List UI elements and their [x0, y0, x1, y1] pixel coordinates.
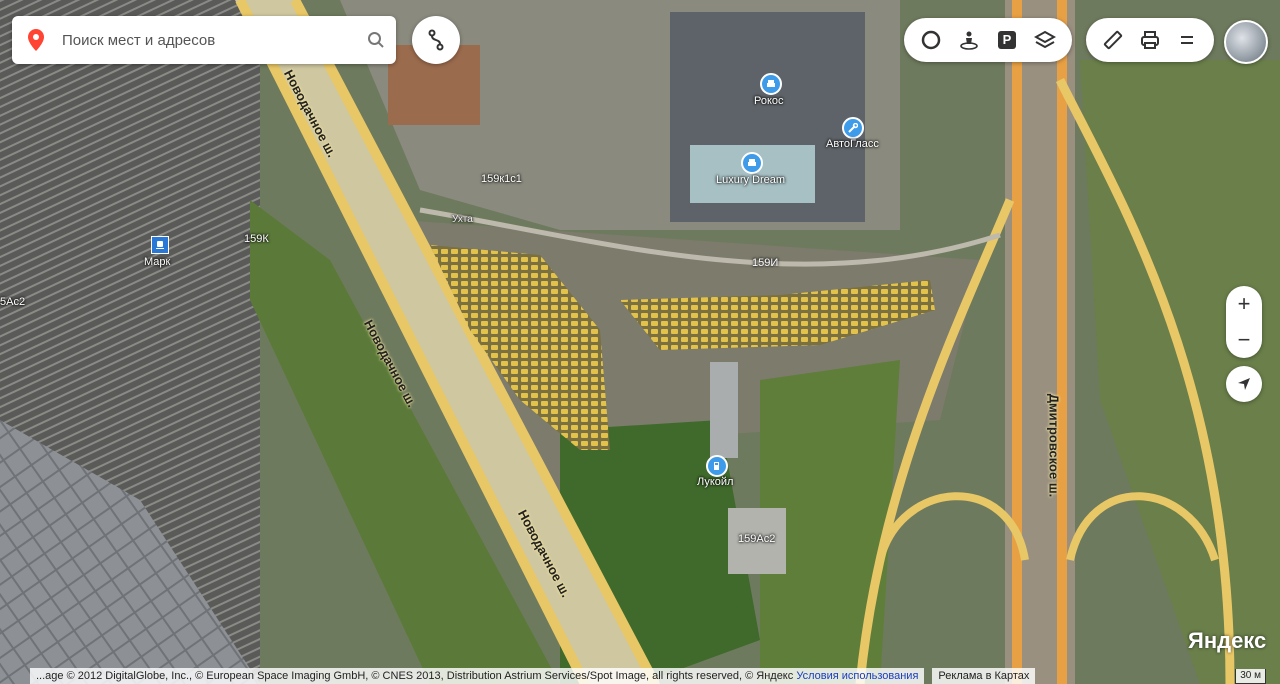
road-label-small: Ухта — [452, 214, 473, 225]
magnifier-icon[interactable] — [356, 31, 396, 49]
ruler-icon[interactable] — [1094, 21, 1131, 59]
poi-label-avtoglass[interactable]: АвтоГласс — [826, 138, 879, 150]
building-label-159i: 159И — [752, 257, 779, 269]
search-box[interactable] — [12, 16, 396, 64]
yandex-logo: Яндекс — [1188, 628, 1267, 653]
zoom-control: + − — [1226, 286, 1262, 358]
layers-icon[interactable] — [1026, 21, 1064, 59]
tools-toolbar — [1086, 18, 1214, 62]
furniture-icon[interactable] — [741, 152, 763, 174]
user-avatar[interactable] — [1224, 20, 1268, 64]
zoom-out-button[interactable]: − — [1226, 322, 1262, 358]
location-pin-icon — [12, 29, 60, 51]
poi-label-mark[interactable]: Марк — [144, 256, 170, 268]
road-label-dmitrovskoe: Дмитровское ш. — [1046, 393, 1062, 498]
scale-label: 30 м — [1235, 669, 1266, 684]
satellite-map[interactable] — [0, 0, 1280, 684]
route-icon[interactable] — [412, 16, 460, 64]
poi-label-lukoil[interactable]: Лукойл — [697, 476, 733, 488]
parking-label: P — [998, 31, 1016, 49]
scale-indicator: 30 м — [1235, 668, 1266, 684]
building-label-159k1c1: 159к1с1 — [481, 173, 522, 185]
gas-station-canopy — [710, 362, 738, 458]
furniture-icon[interactable] — [760, 73, 782, 95]
fuel-icon[interactable] — [706, 455, 728, 477]
zoom-in-button[interactable]: + — [1226, 286, 1262, 322]
copyright-text: ...age © 2012 DigitalGlobe, Inc., © Euro… — [30, 668, 925, 684]
parking-icon[interactable]: P — [988, 21, 1026, 59]
layers-toolbar: P — [904, 18, 1072, 62]
building-label-5ac2: 5Ас2 — [0, 296, 26, 308]
copyright-label: ...age © 2012 DigitalGlobe, Inc., © Euro… — [36, 670, 794, 682]
map-footer: ...age © 2012 DigitalGlobe, Inc., © Euro… — [0, 668, 1280, 684]
traffic-icon[interactable] — [912, 21, 950, 59]
menu-icon[interactable] — [1169, 21, 1206, 59]
search-input[interactable] — [60, 30, 356, 50]
ads-link[interactable]: Реклама в Картах — [932, 668, 1036, 684]
train-station-icon[interactable] — [151, 236, 169, 254]
geolocation-icon[interactable] — [1226, 366, 1262, 402]
terms-link[interactable]: Условия использования — [796, 670, 918, 682]
poi-label-rokos[interactable]: Рокос — [754, 95, 784, 107]
poi-label-luxury-dream[interactable]: Luxury Dream — [716, 174, 785, 186]
wrench-icon[interactable] — [842, 117, 864, 139]
panorama-icon[interactable] — [950, 21, 988, 59]
printer-icon[interactable] — [1131, 21, 1168, 59]
building-label-159k: 159К — [244, 233, 269, 245]
building-label-159ac2: 159Ас2 — [738, 533, 776, 545]
